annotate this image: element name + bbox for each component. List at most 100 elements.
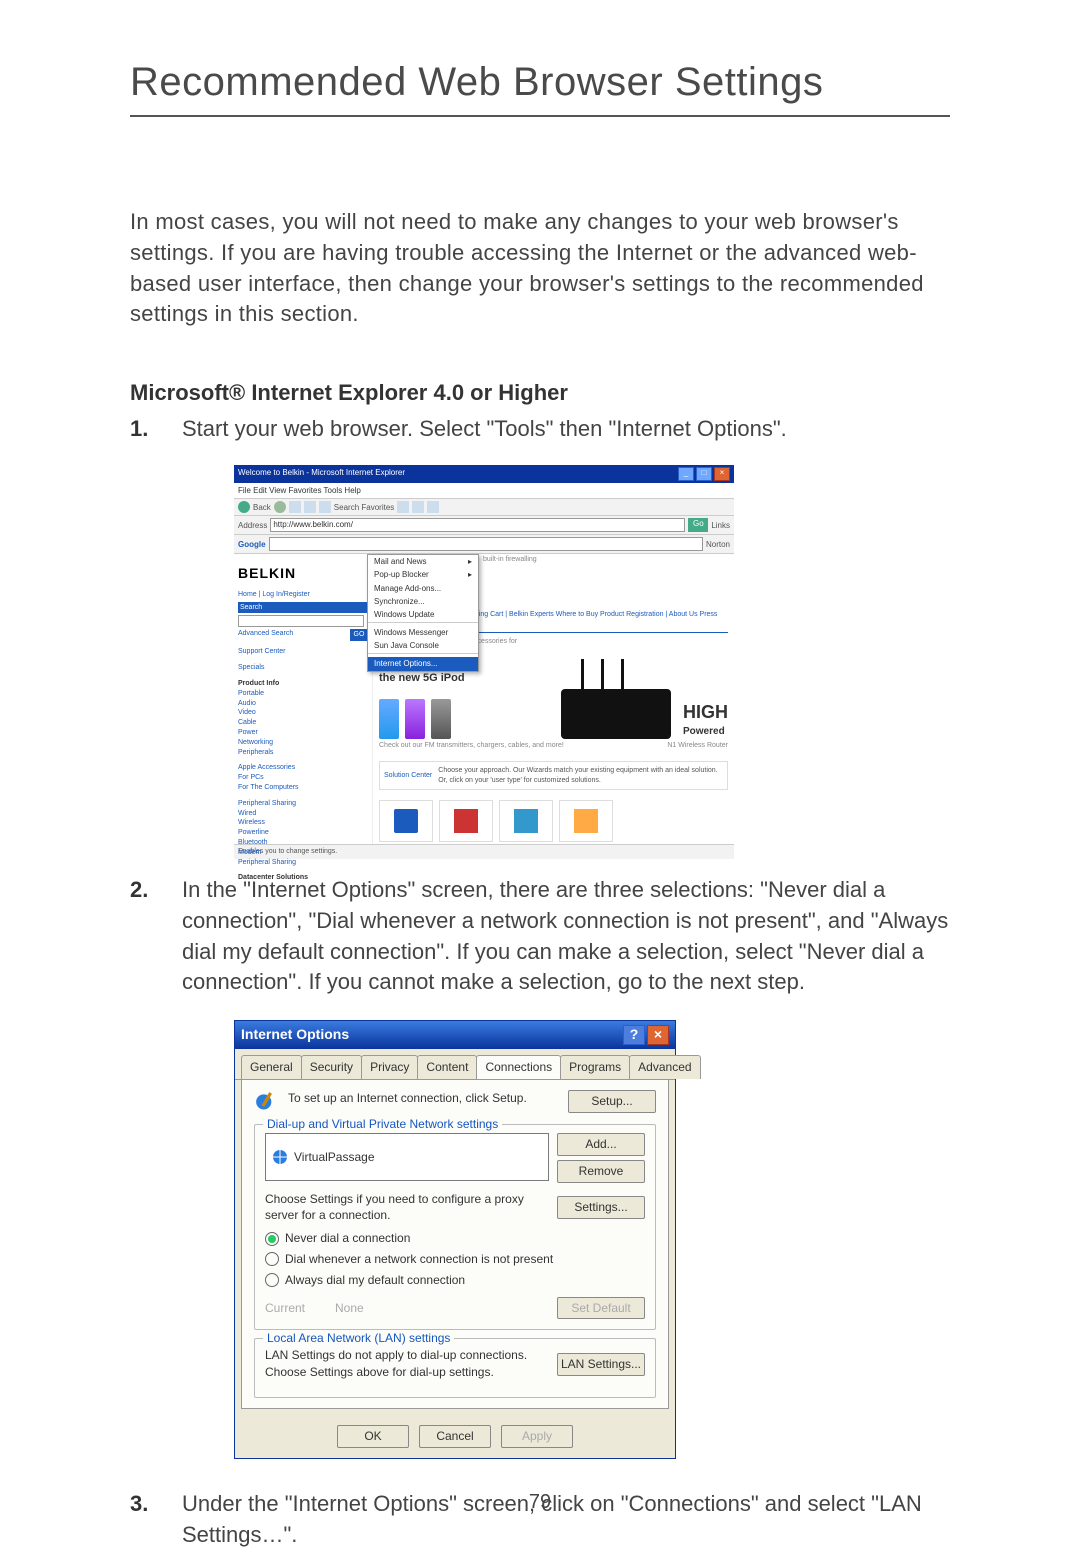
lan-settings-button[interactable]: LAN Settings...: [557, 1353, 645, 1376]
internet-options-dialog: Internet Options ? × General Security Pr…: [234, 1020, 676, 1459]
thumb-row: [379, 800, 728, 842]
tab-advanced[interactable]: Advanced: [629, 1055, 700, 1079]
dialup-legend: Dial-up and Virtual Private Network sett…: [263, 1116, 502, 1133]
step-2: 2. In the "Internet Options" screen, the…: [130, 875, 950, 1459]
help-icon[interactable]: ?: [623, 1025, 645, 1045]
router-image: [561, 689, 671, 739]
router-caption: N1 Wireless Router: [667, 741, 728, 751]
tab-content[interactable]: Content: [417, 1055, 477, 1079]
connections-listbox[interactable]: VirtualPassage: [265, 1133, 549, 1181]
dd-popup[interactable]: Pop-up Blocker▸: [368, 568, 478, 581]
thumb-3[interactable]: [499, 800, 553, 842]
thumb-2[interactable]: [439, 800, 493, 842]
dd-java[interactable]: Sun Java Console: [368, 639, 478, 652]
specials-link[interactable]: Specials: [238, 663, 368, 673]
tab-general[interactable]: General: [241, 1055, 302, 1079]
search-input[interactable]: [238, 615, 364, 627]
accessories-2[interactable]: Peripheral Sharing Wired Wireless Powerl…: [238, 799, 368, 868]
close-icon[interactable]: ×: [714, 467, 730, 481]
window-titlebar: Welcome to Belkin - Microsoft Internet E…: [234, 465, 734, 483]
setup-button[interactable]: Setup...: [568, 1090, 656, 1113]
step-2-text: In the "Internet Options" screen, there …: [182, 877, 948, 994]
tab-programs[interactable]: Programs: [560, 1055, 630, 1079]
dialog-title: Internet Options: [241, 1025, 349, 1045]
dd-addons[interactable]: Manage Add-ons...: [368, 582, 478, 595]
minimize-icon[interactable]: _: [678, 467, 694, 481]
promo-text: Choose your approach. Our Wizards match …: [438, 766, 723, 786]
belkin-sidebar: BELKIN Home | Log In/Register Search Adv…: [234, 554, 373, 844]
product-info-header: Product Info: [238, 679, 368, 689]
browser-screenshot: Welcome to Belkin - Microsoft Internet E…: [234, 465, 734, 845]
tools-dropdown[interactable]: Mail and News▸ Pop-up Blocker▸ Manage Ad…: [367, 554, 479, 672]
settings-button[interactable]: Settings...: [557, 1196, 645, 1219]
stop-icon[interactable]: [289, 501, 301, 513]
cancel-button[interactable]: Cancel: [419, 1425, 491, 1448]
tab-connections[interactable]: Connections: [476, 1055, 561, 1079]
dd-internet-options[interactable]: Internet Options...: [368, 657, 478, 670]
toolbar-search-fav[interactable]: Search Favorites: [334, 502, 394, 513]
document-page: Recommended Web Browser Settings In most…: [0, 0, 1080, 1542]
dd-winupdate[interactable]: Windows Update: [368, 608, 478, 621]
go-button[interactable]: Go: [688, 518, 708, 532]
google-search-input[interactable]: [269, 537, 703, 551]
high-label: HIGH: [683, 700, 728, 725]
remove-button[interactable]: Remove: [557, 1160, 645, 1183]
search-header: Search: [238, 602, 368, 614]
address-input[interactable]: http://www.belkin.com/: [270, 518, 685, 532]
radio-never-dial[interactable]: Never dial a connection: [265, 1230, 645, 1247]
set-default-button: Set Default: [557, 1297, 645, 1320]
address-bar-row: Address http://www.belkin.com/ Go Links: [234, 516, 734, 535]
accessories-1[interactable]: Apple Accessories For PCs For The Comput…: [238, 763, 368, 792]
intro-paragraph: In most cases, you will not need to make…: [130, 207, 950, 330]
advanced-search-link[interactable]: Advanced Search: [238, 630, 293, 637]
builtin-text: built-in firewalling: [483, 555, 734, 565]
category-list[interactable]: Portable Audio Video Cable Power Network…: [238, 689, 368, 758]
ipod-image-1: [379, 699, 399, 739]
close-icon[interactable]: ×: [647, 1025, 669, 1045]
step-2-number: 2.: [130, 875, 170, 906]
menu-bar[interactable]: File Edit View Favorites Tools Help: [234, 483, 734, 499]
dialog-tabs: General Security Privacy Content Connect…: [235, 1049, 675, 1080]
forward-icon[interactable]: [274, 501, 286, 513]
links-label: Links: [711, 520, 730, 531]
support-link[interactable]: Support Center: [238, 647, 368, 657]
lan-legend: Local Area Network (LAN) settings: [263, 1330, 454, 1347]
radio-dial-when-absent[interactable]: Dial whenever a network connection is no…: [265, 1251, 645, 1268]
dd-sync[interactable]: Synchronize...: [368, 595, 478, 608]
page-title: Recommended Web Browser Settings: [130, 60, 950, 117]
radio-always-dial[interactable]: Always dial my default connection: [265, 1272, 645, 1289]
toolbar[interactable]: Back Search Favorites: [234, 499, 734, 516]
window-title-text: Welcome to Belkin - Microsoft Internet E…: [238, 467, 405, 481]
vp-entry: VirtualPassage: [294, 1149, 375, 1166]
tab-security[interactable]: Security: [301, 1055, 362, 1079]
headline-2: the new 5G iPod: [379, 672, 728, 685]
refresh-icon[interactable]: [304, 501, 316, 513]
setup-text: To set up an Internet connection, click …: [288, 1090, 560, 1107]
go-button-2[interactable]: GO: [350, 629, 368, 641]
back-icon[interactable]: [238, 501, 250, 513]
globe-wand-icon: [254, 1090, 280, 1116]
belkin-logo: BELKIN: [238, 564, 368, 584]
media-icon[interactable]: [397, 501, 409, 513]
tab-privacy[interactable]: Privacy: [361, 1055, 418, 1079]
dialog-titlebar: Internet Options ? ×: [235, 1021, 675, 1049]
current-value: None: [335, 1300, 364, 1317]
belkin-main: Mail and News▸ Pop-up Blocker▸ Manage Ad…: [373, 554, 734, 844]
ok-button[interactable]: OK: [337, 1425, 409, 1448]
google-logo: Google: [238, 539, 266, 550]
dd-messenger[interactable]: Windows Messenger: [368, 626, 478, 639]
page-number: 79: [0, 1491, 1080, 1514]
thumb-1[interactable]: [379, 800, 433, 842]
step-1: 1. Start your web browser. Select "Tools…: [130, 414, 950, 845]
add-button[interactable]: Add...: [557, 1133, 645, 1156]
promo-link[interactable]: Solution Center: [384, 771, 432, 781]
history-icon[interactable]: [412, 501, 424, 513]
dd-mail[interactable]: Mail and News▸: [368, 555, 478, 568]
window-buttons: _ □ ×: [678, 467, 730, 481]
google-bar: Google Norton: [234, 535, 734, 554]
home-icon[interactable]: [319, 501, 331, 513]
mail-icon[interactable]: [427, 501, 439, 513]
ipod-image-3: [431, 699, 451, 739]
maximize-icon[interactable]: □: [696, 467, 712, 481]
thumb-4[interactable]: [559, 800, 613, 842]
